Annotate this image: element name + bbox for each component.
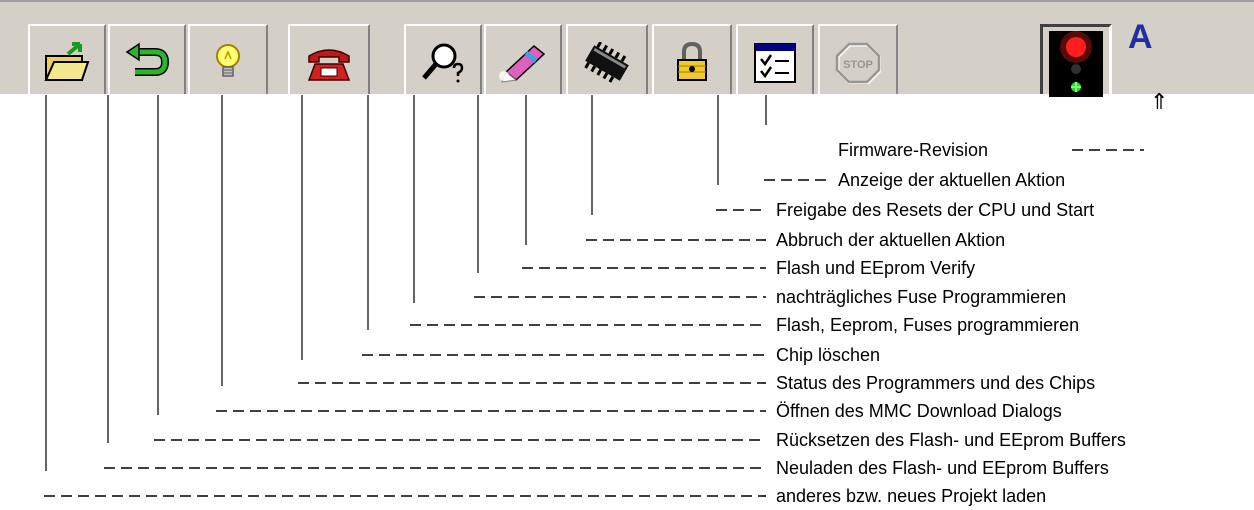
cpu-reset-label: Freigabe des Resets der CPU und Start — [776, 200, 1095, 220]
program-all-label: Flash, Eeprom, Fuses programmieren — [776, 315, 1080, 335]
abort-action-label: Abbruch der aktuellen Aktion — [776, 230, 1006, 250]
current-action-label: Anzeige der aktuellen Aktion — [838, 170, 1066, 190]
reload-buffers-label: Neuladen des Flash- und EEprom Buffers — [776, 458, 1109, 478]
mmc-download-label: Öffnen des MMC Download Dialogs — [776, 401, 1062, 421]
load-project-label: anderes bzw. neues Projekt laden — [776, 486, 1047, 506]
firmware-revision-label: Firmware-Revision — [838, 140, 989, 160]
chip-erase-label: Chip löschen — [776, 345, 881, 365]
programmer-status-label: Status des Programmers und des Chips — [776, 373, 1096, 393]
verify-label: Flash und EEprom Verify — [776, 258, 976, 278]
reset-buffers-label: Rücksetzen des Flash- und EEprom Buffers — [776, 430, 1126, 450]
fuse-programming-label: nachträgliches Fuse Programmieren — [776, 287, 1067, 307]
